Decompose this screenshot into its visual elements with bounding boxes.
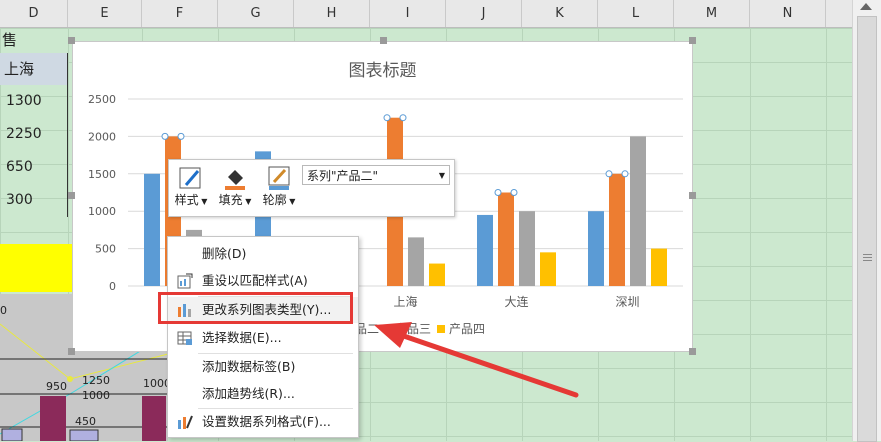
mini-format-toolbar: 样式 ▼ 填充 ▼ 轮廓 ▼ 系列"产品二" ▼ xyxy=(168,159,455,217)
x-tick-label: 深圳 xyxy=(615,295,639,309)
y-tick-label: 500 xyxy=(95,243,116,256)
chart-bar[interactable] xyxy=(429,263,445,286)
format-series-icon xyxy=(178,415,193,429)
chart-bar[interactable] xyxy=(477,214,493,286)
column-header-i[interactable]: I xyxy=(370,0,446,27)
chevron-down-icon: ▼ xyxy=(438,171,445,180)
column-header-j[interactable]: J xyxy=(446,0,522,27)
selection-handle[interactable] xyxy=(494,189,502,196)
y-tick-label: 1500 xyxy=(88,168,116,181)
selection-handle[interactable] xyxy=(621,170,629,178)
column-header-n[interactable]: N xyxy=(750,0,826,27)
menu-item-label: 删除(D) xyxy=(202,246,247,261)
selection-handle[interactable] xyxy=(383,114,391,122)
column-header-e[interactable]: E xyxy=(68,0,142,27)
column-header-f[interactable]: F xyxy=(142,0,218,27)
chart-bar[interactable] xyxy=(498,192,514,287)
chart-bar[interactable] xyxy=(408,237,424,286)
style-brush-icon xyxy=(179,167,201,189)
selection-handle[interactable] xyxy=(177,132,185,140)
menu-item-delete[interactable]: 删除(D) xyxy=(168,241,358,267)
value-cell[interactable]: 300 xyxy=(0,184,68,217)
data-label: 950 xyxy=(46,380,67,393)
scrollbar-thumb[interactable] xyxy=(857,16,877,442)
chart-bar[interactable] xyxy=(144,173,160,286)
highlighted-cell[interactable] xyxy=(0,244,72,292)
axis-label: 0 xyxy=(0,304,7,317)
selection-handle[interactable] xyxy=(399,114,407,122)
y-tick-label: 1000 xyxy=(88,205,116,218)
column-header-m[interactable]: M xyxy=(674,0,750,27)
series-dropdown-value: 系列"产品二" xyxy=(307,169,379,183)
value-cell[interactable]: 2250 xyxy=(0,118,68,151)
annotation-highlight-box xyxy=(158,292,353,324)
y-tick-label: 0 xyxy=(109,280,116,293)
menu-item-add-trendline[interactable]: 添加趋势线(R)... xyxy=(168,381,358,407)
resize-handle[interactable] xyxy=(68,192,75,199)
resize-handle[interactable] xyxy=(68,37,75,44)
data-label: 1250 xyxy=(82,374,110,387)
menu-item-label: 选择数据(E)... xyxy=(202,330,282,345)
style-label: 样式 xyxy=(174,193,199,207)
menu-item-add-data-labels[interactable]: 添加数据标签(B) xyxy=(168,354,358,380)
y-tick-label: 2500 xyxy=(88,93,116,106)
select-data-icon xyxy=(177,331,192,345)
value-cell[interactable]: 1300 xyxy=(0,85,68,118)
series-dropdown[interactable]: 系列"产品二" ▼ xyxy=(302,165,450,185)
chart-bar[interactable] xyxy=(630,136,646,286)
resize-handle[interactable] xyxy=(689,37,696,44)
menu-item-label: 设置数据系列格式(F)... xyxy=(202,414,331,429)
style-button[interactable]: 样式 ▼ xyxy=(172,165,210,211)
column-header-l[interactable]: L xyxy=(598,0,674,27)
menu-item-label: 重设以匹配样式(A) xyxy=(202,273,308,288)
y-tick-label: 2000 xyxy=(88,130,116,143)
chart-bar[interactable] xyxy=(540,252,556,286)
annotation-arrow xyxy=(374,322,579,398)
value-cell[interactable]: 650 xyxy=(0,151,68,184)
paint-bucket-icon xyxy=(225,170,245,190)
fill-label: 填充 xyxy=(218,193,243,207)
data-label: 1000 xyxy=(82,389,110,402)
city-cell[interactable]: 上海 xyxy=(0,53,68,85)
column-header-d[interactable]: D xyxy=(0,0,68,27)
outline-label: 轮廓 xyxy=(262,193,287,207)
selection-handle[interactable] xyxy=(605,170,613,178)
column-header-g[interactable]: G xyxy=(218,0,294,27)
fill-button[interactable]: 填充 ▼ xyxy=(216,165,254,211)
menu-item-label: 添加数据标签(B) xyxy=(202,359,296,374)
column-header-k[interactable]: K xyxy=(522,0,598,27)
selection-handle[interactable] xyxy=(510,189,518,196)
vertical-scrollbar[interactable] xyxy=(852,0,881,442)
resize-handle[interactable] xyxy=(68,348,75,355)
menu-item-reset-style[interactable]: 重设以匹配样式(A) xyxy=(168,268,358,294)
reset-style-icon xyxy=(177,273,193,289)
scroll-up-icon[interactable] xyxy=(860,3,872,10)
data-label: 450 xyxy=(75,415,96,428)
header-cell[interactable]: 售 xyxy=(0,28,70,53)
column-header-row: D E F G H I J K L M N xyxy=(0,0,852,28)
column-header-h[interactable]: H xyxy=(294,0,370,27)
chart-bar[interactable] xyxy=(519,211,535,286)
outline-button[interactable]: 轮廓 ▼ xyxy=(260,165,298,211)
pencil-icon xyxy=(268,166,290,190)
resize-handle[interactable] xyxy=(689,192,696,199)
resize-handle[interactable] xyxy=(380,37,387,44)
chart-bar[interactable] xyxy=(588,211,604,286)
menu-item-label: 添加趋势线(R)... xyxy=(202,386,295,401)
resize-handle[interactable] xyxy=(689,348,696,355)
menu-item-format-series[interactable]: 设置数据系列格式(F)... xyxy=(168,409,358,435)
chart-bar[interactable] xyxy=(651,248,667,286)
context-menu: 删除(D) 重设以匹配样式(A) 更改系列图表类型(Y)... 选择数据(E).… xyxy=(167,236,359,438)
selection-handle[interactable] xyxy=(161,132,169,140)
chart-bar[interactable] xyxy=(609,173,625,286)
menu-item-select-data[interactable]: 选择数据(E)... xyxy=(168,325,358,351)
